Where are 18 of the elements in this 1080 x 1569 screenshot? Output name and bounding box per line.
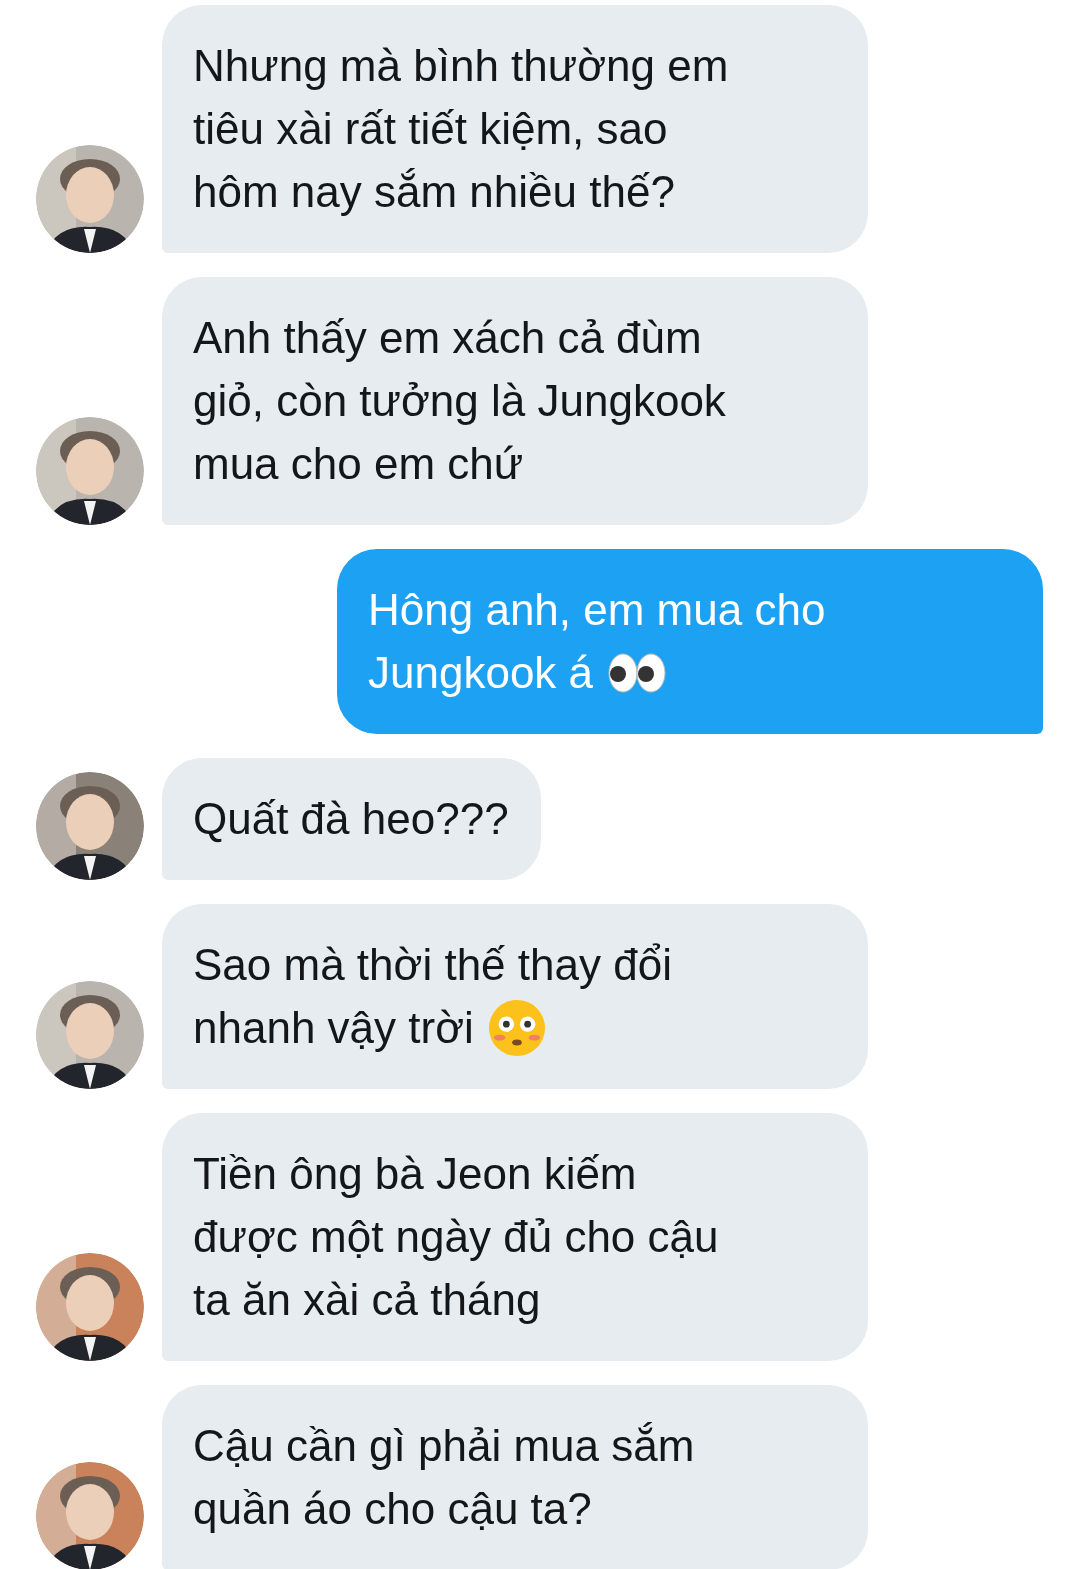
message-text: Nhưng mà bình thường em bbox=[193, 40, 729, 92]
message-text: Anh thấy em xách cả đùm bbox=[193, 312, 702, 364]
message-text: giỏ, còn tưởng là Jungkook bbox=[193, 375, 726, 427]
message-text: Hông anh, em mua cho bbox=[368, 584, 826, 636]
message-text: ta ăn xài cả tháng bbox=[193, 1274, 541, 1326]
message-text: Quất đà heo??? bbox=[193, 793, 509, 845]
message-text: nhanh vậy trời bbox=[193, 1002, 474, 1054]
message-text: Cậu cần gì phải mua sắm bbox=[193, 1420, 695, 1472]
message-text: Tiền ông bà Jeon kiếm bbox=[193, 1148, 637, 1200]
message-text: Jungkook á bbox=[368, 647, 594, 699]
flushed-face-emoji-icon bbox=[487, 998, 546, 1057]
message-text: hôm nay sắm nhiều thế? bbox=[193, 166, 675, 218]
message-text: mua cho em chứ bbox=[193, 438, 524, 490]
message-text: quần áo cho cậu ta? bbox=[193, 1483, 592, 1535]
eyes-emoji-icon bbox=[607, 652, 668, 693]
message-text: được một ngày đủ cho cậu bbox=[193, 1211, 719, 1263]
message-text: Sao mà thời thế thay đổi bbox=[193, 939, 672, 991]
message-text: tiêu xài rất tiết kiệm, sao bbox=[193, 103, 668, 155]
